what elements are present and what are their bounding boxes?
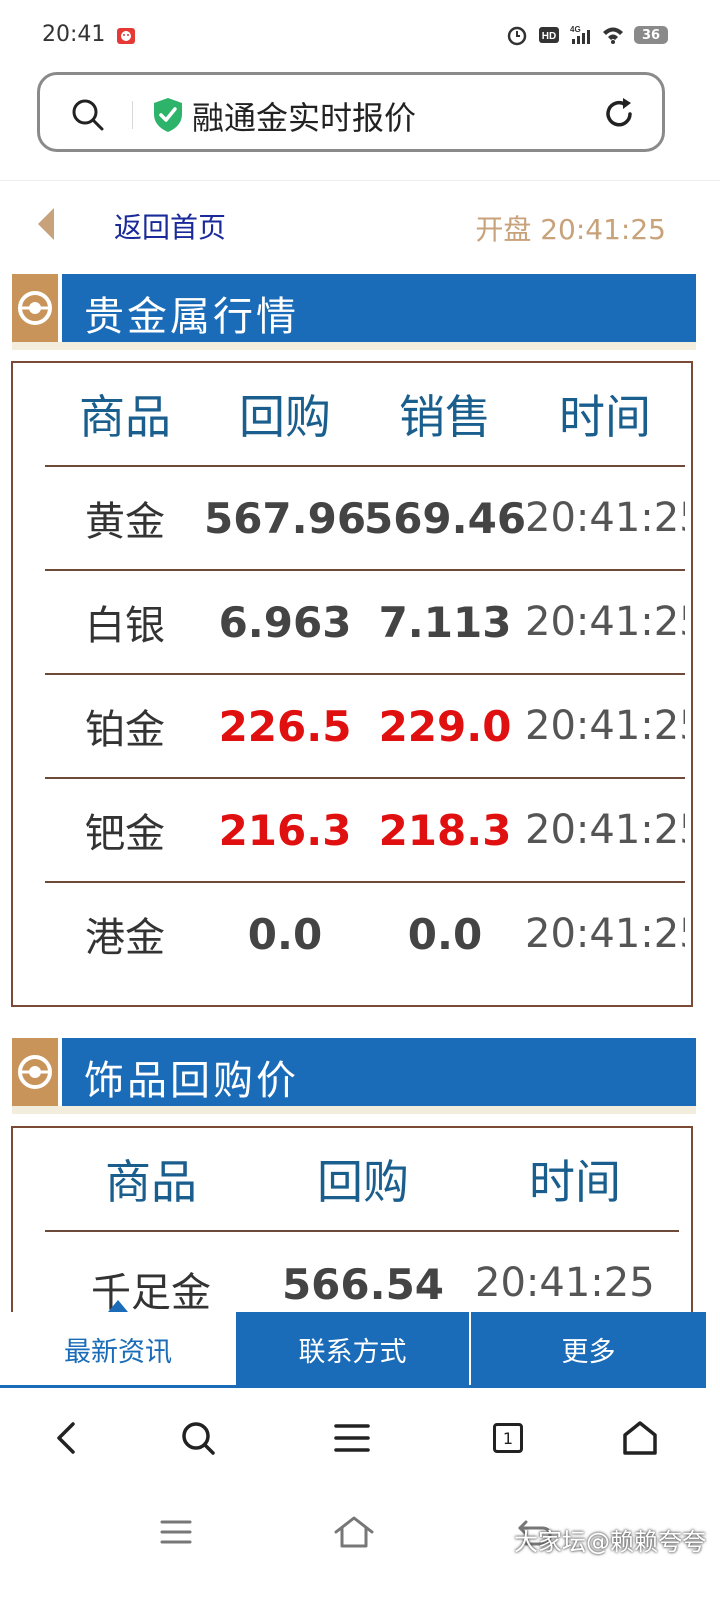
section-title: 贵金属行情 <box>84 294 299 340</box>
row-divider <box>45 1230 679 1232</box>
market-status: 开盘 20:41:25 <box>475 213 666 246</box>
back-arrow-icon[interactable] <box>38 208 54 240</box>
product-name: 钯金 <box>85 811 165 857</box>
table-row: 黄金 567.96 569.46 20:41:25 <box>45 467 685 571</box>
precious-metals-header: 贵金属行情 <box>12 274 696 342</box>
jewelry-buyback-table: 商品 回购 时间 千足金 566.54 20:41:25 <box>11 1126 693 1326</box>
cellular-signal-icon: 4G <box>570 25 590 44</box>
update-time: 20:41:25 <box>525 599 685 645</box>
column-header-time: 时间 <box>529 1155 621 1209</box>
back-chevron-icon <box>57 1422 75 1454</box>
buyback-price: 0.0 <box>247 909 323 959</box>
system-home-icon[interactable] <box>332 1510 376 1554</box>
search-icon <box>182 1422 215 1455</box>
home-icon <box>623 1421 657 1455</box>
battery-icon: 36 <box>634 26 668 44</box>
sell-price: 569.46 <box>363 493 527 543</box>
section-underline <box>12 1106 696 1114</box>
app-notification-icon <box>117 28 135 44</box>
buyback-price: 226.5 <box>218 701 352 751</box>
active-tab-indicator-icon <box>108 1300 128 1312</box>
sell-price: 218.3 <box>378 805 512 855</box>
table-row: 铂金 226.5 229.0 20:41:25 <box>45 675 685 779</box>
tab-contact[interactable]: 联系方式 <box>236 1312 469 1386</box>
buyback-price: 216.3 <box>218 805 352 855</box>
column-header-time: 时间 <box>559 390 651 444</box>
back-home-link[interactable]: 返回首页 <box>114 206 226 246</box>
network-type-label: 4G <box>570 25 581 34</box>
table-header-row: 商品 回购 销售 时间 <box>45 363 685 467</box>
bottom-tab-bar: 最新资讯 联系方式 更多 <box>0 1312 706 1386</box>
sell-price: 7.113 <box>378 597 512 647</box>
svg-text:HD: HD <box>542 31 556 42</box>
target-logo-icon <box>18 291 52 325</box>
table-row: 钯金 216.3 218.3 20:41:25 <box>45 779 685 883</box>
browser-nav-bar: 1 <box>0 1388 720 1488</box>
tab-more[interactable]: 更多 <box>471 1312 706 1386</box>
tab-latest-news[interactable]: 最新资讯 <box>0 1312 236 1386</box>
precious-metals-table: 商品 回购 销售 时间 黄金 567.96 569.46 20:41:25 白银… <box>11 361 693 1007</box>
column-header-buyback: 回购 <box>317 1155 409 1209</box>
search-button[interactable] <box>176 1416 220 1460</box>
address-bar[interactable]: 融通金实时报价 <box>37 72 665 152</box>
search-icon[interactable] <box>70 97 106 133</box>
sell-price: 229.0 <box>378 701 512 751</box>
sell-price: 0.0 <box>407 909 483 959</box>
buyback-price: 6.963 <box>218 597 352 647</box>
tabs-button[interactable]: 1 <box>486 1416 530 1460</box>
column-header-product: 商品 <box>105 1155 197 1209</box>
section-header-gap <box>58 1038 62 1106</box>
table-row: 港金 0.0 0.0 20:41:25 <box>45 883 685 987</box>
update-time: 20:41:25 <box>525 495 685 541</box>
section-underline <box>12 342 696 350</box>
wifi-icon <box>603 27 623 44</box>
jewelry-buyback-header: 饰品回购价 <box>12 1038 696 1106</box>
product-name: 白银 <box>85 603 165 649</box>
update-time: 20:41:25 <box>525 807 685 853</box>
menu-button[interactable] <box>330 1416 374 1460</box>
status-time: 20:41 <box>42 22 106 47</box>
menu-icon <box>334 1424 370 1452</box>
reload-icon[interactable] <box>600 95 638 133</box>
alarm-icon <box>507 26 527 46</box>
secure-shield-icon <box>154 98 182 132</box>
table-header-row: 商品 回购 时间 <box>45 1128 679 1232</box>
product-name: 黄金 <box>85 499 165 545</box>
product-name: 港金 <box>85 915 165 961</box>
tab-count-icon: 1 <box>493 1423 523 1453</box>
recent-apps-icon[interactable] <box>154 1510 198 1554</box>
page-title[interactable]: 融通金实时报价 <box>192 93 416 139</box>
update-time: 20:41:25 <box>525 703 685 749</box>
section-logo <box>12 1038 58 1106</box>
buyback-price: 567.96 <box>203 493 367 543</box>
page-top-divider <box>0 180 720 181</box>
back-button[interactable] <box>44 1416 88 1460</box>
status-icons: HD 4G 36 <box>506 24 668 46</box>
table-row: 白银 6.963 7.113 20:41:25 <box>45 571 685 675</box>
section-header-gap <box>58 274 62 342</box>
home-button[interactable] <box>618 1416 662 1460</box>
section-logo <box>12 274 58 342</box>
column-header-buyback: 回购 <box>239 390 331 444</box>
address-divider <box>132 101 133 129</box>
hd-icon: HD <box>539 27 559 43</box>
column-header-sell: 销售 <box>399 390 491 444</box>
update-time: 20:41:25 <box>525 911 685 957</box>
target-logo-icon <box>18 1055 52 1089</box>
product-name: 铂金 <box>85 707 165 753</box>
watermark: 大家坛@赖赖夸夸 <box>514 1528 706 1556</box>
section-title: 饰品回购价 <box>84 1058 299 1104</box>
column-header-product: 商品 <box>79 390 171 444</box>
